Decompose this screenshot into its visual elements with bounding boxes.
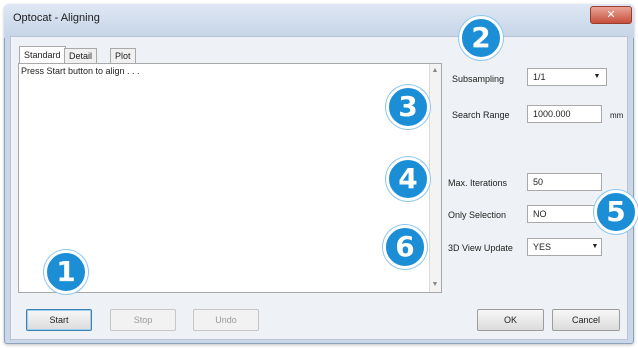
close-icon: ✕ [606, 9, 616, 21]
search-range-value: 1000.000 [533, 109, 571, 119]
start-button[interactable]: Start [26, 309, 92, 331]
output-scrollbar[interactable] [429, 64, 441, 292]
only-selection-label: Only Selection [448, 210, 507, 220]
scroll-up-icon[interactable]: ▲ [429, 65, 441, 77]
view-update-label: 3D View Update [448, 243, 513, 253]
callout-5: 5 [594, 190, 638, 234]
search-range-unit: mm [610, 111, 624, 120]
subsampling-label: Subsampling [452, 74, 505, 84]
subsampling-value: 1/1 [533, 72, 546, 82]
only-selection-value: NO [533, 209, 547, 219]
max-iterations-input[interactable]: 50 [527, 173, 602, 191]
window-title: Optocat - Aligning [13, 12, 100, 24]
callout-1: 1 [44, 250, 88, 294]
chevron-down-icon: ▼ [593, 73, 601, 80]
callout-4: 4 [386, 157, 430, 201]
ok-button[interactable]: OK [477, 309, 544, 331]
close-button[interactable]: ✕ [590, 6, 632, 24]
search-range-label: Search Range [452, 110, 510, 120]
view-update-value: YES [533, 242, 552, 252]
output-message: Press Start button to align . . . [21, 66, 140, 76]
callout-2: 2 [459, 16, 503, 60]
undo-button[interactable]: Undo [193, 309, 259, 331]
scroll-down-icon[interactable]: ▼ [429, 279, 441, 291]
tab-detail[interactable]: Detail [64, 48, 98, 63]
chevron-down-icon: ▼ [591, 243, 599, 250]
search-range-input[interactable]: 1000.000 [527, 105, 602, 123]
callout-6: 6 [383, 225, 427, 269]
max-iterations-value: 50 [533, 177, 544, 187]
tab-standard[interactable]: Standard [19, 46, 66, 63]
cancel-button[interactable]: Cancel [552, 309, 620, 331]
max-iterations-label: Max. Iterations [448, 178, 508, 188]
stop-button[interactable]: Stop [110, 309, 176, 331]
tab-plot[interactable]: Plot [110, 48, 136, 63]
callout-3: 3 [386, 85, 430, 129]
